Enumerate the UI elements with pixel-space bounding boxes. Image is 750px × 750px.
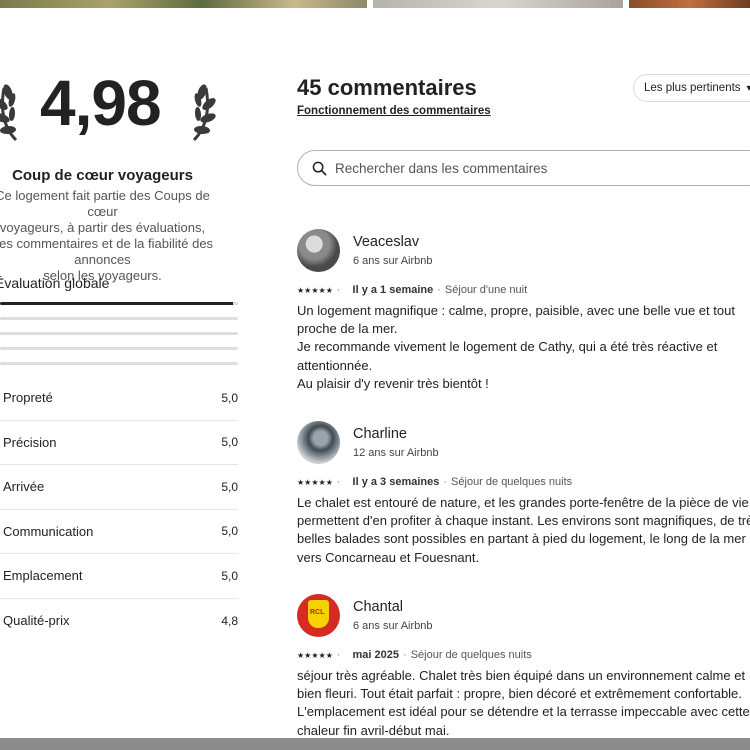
reviewer-info: Veaceslav 6 ans sur Airbnb [353, 234, 433, 267]
rating-summary-panel: 4,98 Coup de cœur voyageurs Ce logement … [0, 0, 260, 750]
category-score: 5,0 [221, 479, 238, 494]
stay-type: Séjour de quelques nuits [451, 476, 573, 488]
reviewer-info: Chantal 6 ans sur Airbnb [353, 599, 433, 632]
guest-favorite-description: Ce logement fait partie des Coups de cœu… [0, 188, 214, 283]
reviewer-tenure: 6 ans sur Airbnb [353, 254, 433, 267]
review-meta: ★★★★★ · Il y a 3 semaines · Séjour de quelqu… [297, 476, 750, 488]
reviewer-name[interactable]: Charline [353, 426, 439, 442]
stay-type: Séjour de quelques nuits [410, 649, 532, 661]
category-name: Communication [3, 523, 94, 539]
category-score: 4,8 [221, 613, 238, 628]
laurel-left-icon [0, 84, 18, 142]
rating-bar-3 [0, 332, 238, 335]
reviews-count-title: 45 commentaires [297, 75, 477, 100]
review-text: Un logement magnifique : calme, propre, … [297, 303, 735, 391]
overall-rating-value: 4,98 [40, 67, 162, 139]
horizontal-scrollbar[interactable] [0, 738, 750, 750]
rating-bar-4 [0, 317, 238, 320]
review-item: Veaceslav 6 ans sur Airbnb ★★★★★ · Il y a 1 … [297, 228, 750, 393]
guest-favorite-title: Coup de cœur voyageurs [12, 167, 193, 184]
category-name: Qualité-prix [3, 613, 70, 629]
category-row: Arrivée 5,0 [0, 465, 238, 510]
review-item: Charline 12 ans sur Airbnb ★★★★★ · Il y a 3 … [297, 420, 750, 567]
category-row: Propreté 5,0 [0, 376, 238, 421]
separator-dot: · [336, 284, 341, 296]
category-score: 5,0 [221, 568, 238, 583]
star-rating-icon: ★★★★★ [297, 477, 333, 487]
rating-bar-5 [0, 302, 238, 305]
reviewer-name[interactable]: Veaceslav [353, 234, 433, 250]
review-date: Il y a 3 semaines [352, 476, 440, 488]
category-ratings: Propreté 5,0 Précision 5,0 Arrivée 5,0 Communi… [0, 376, 238, 643]
review-date: mai 2025 [352, 649, 400, 661]
separator-dot: · [437, 284, 441, 296]
rating-bar-1 [0, 362, 238, 365]
category-row: Précision 5,0 [0, 421, 238, 465]
separator-dot: · [443, 476, 448, 488]
overall-rating-label: Évaluation globale [0, 275, 110, 291]
team-crest-icon: RCL [308, 599, 329, 628]
category-name: Arrivée [3, 479, 45, 495]
rating-bar-2 [0, 347, 238, 350]
category-name: Précision [3, 434, 57, 450]
laurel-right-icon [192, 84, 216, 142]
category-score: 5,0 [221, 524, 238, 539]
stay-type: Séjour d'une nuit [444, 284, 528, 296]
review-meta: ★★★★★ · Il y a 1 semaine · Séjour d'une nuit [297, 284, 750, 296]
category-name: Propreté [3, 390, 53, 406]
category-name: Emplacement [3, 568, 83, 584]
reviewer-name[interactable]: Chantal [353, 599, 433, 615]
rating-distribution [0, 302, 238, 377]
review-date: Il y a 1 semaine [352, 284, 434, 296]
avatar[interactable] [297, 228, 340, 272]
review-search-bar[interactable] [297, 150, 750, 186]
review-header: RCL Chantal 6 ans sur Airbnb [297, 593, 750, 637]
review-search-input[interactable] [335, 160, 715, 176]
avatar[interactable] [297, 420, 340, 464]
reviewer-info: Charline 12 ans sur Airbnb [353, 426, 439, 459]
separator-dot: · [403, 649, 407, 661]
review-meta: ★★★★★ · mai 2025 · Séjour de quelques nuits [297, 649, 750, 661]
star-rating-icon: ★★★★★ [297, 650, 333, 660]
category-row: Communication 5,0 [0, 510, 238, 554]
avatar[interactable]: RCL [297, 593, 340, 637]
category-row: Qualité-prix 4,8 [0, 599, 238, 644]
review-item: RCL Chantal 6 ans sur Airbnb ★★★★★ · mai 2025… [297, 593, 750, 740]
category-score: 5,0 [221, 435, 238, 450]
sort-dropdown[interactable]: Les plus pertinents ▾ [633, 74, 750, 102]
search-icon [312, 161, 327, 175]
review-header: Charline 12 ans sur Airbnb [297, 420, 750, 464]
reviewer-tenure: 12 ans sur Airbnb [353, 446, 439, 459]
how-reviews-work-link[interactable]: Fonctionnement des commentaires [297, 105, 491, 117]
review-text: Le chalet est entouré de nature, et les … [297, 495, 750, 565]
review-header: Veaceslav 6 ans sur Airbnb [297, 228, 750, 272]
star-rating-icon: ★★★★★ [297, 285, 333, 295]
separator-dot: · [336, 476, 341, 488]
listing-photo[interactable] [373, 0, 624, 8]
category-score: 5,0 [221, 390, 238, 405]
separator-dot: · [336, 649, 341, 661]
rating-bar-fill [0, 302, 234, 305]
listing-photo[interactable] [628, 0, 750, 8]
review-text: séjour très agréable. Chalet très bien é… [297, 668, 750, 738]
chevron-down-icon: ▾ [746, 82, 750, 94]
category-row: Emplacement 5,0 [0, 554, 238, 599]
sort-label: Les plus pertinents [644, 82, 741, 94]
reviewer-tenure: 6 ans sur Airbnb [353, 619, 433, 632]
